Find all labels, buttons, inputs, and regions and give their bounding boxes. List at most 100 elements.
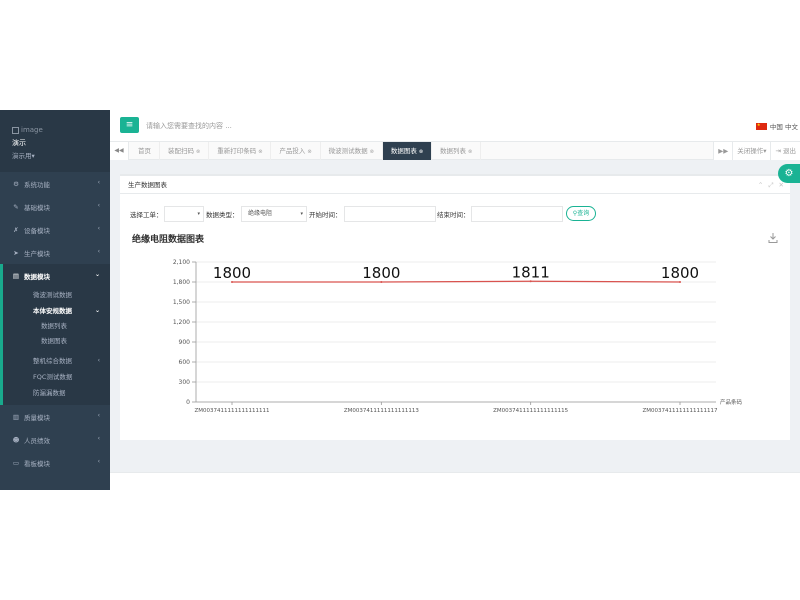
sidebar-item-label: 系统功能: [24, 180, 50, 189]
sidebar-item-bar-chart[interactable]: ▥ 质量模块 ‹: [0, 405, 110, 428]
logout-button[interactable]: ⇥ 退出: [770, 142, 800, 160]
chevron-left-icon: ‹: [97, 202, 100, 209]
user-role: 演示用: [12, 152, 32, 160]
sidebar-item-label: 设备模块: [24, 226, 50, 235]
app-shell: image 演示 演示用▾ ⚙ 系统功能 ‹ ✎ 基础模块 ‹ ✗ 设备模块 ‹ ➤ 生产模块 ‹ ▤…: [0, 110, 800, 490]
tab-bar-right-controls: ▶▶ 关闭操作▾ ⇥ 退出: [713, 142, 800, 160]
tabs-scroll-right-button[interactable]: ▶▶: [713, 142, 732, 160]
logout-icon: ⇥: [775, 147, 781, 155]
tab-label: 装配扫码: [168, 147, 194, 155]
flag-star-icon: ★: [756, 121, 761, 127]
y-tick-label: 1,800: [173, 279, 190, 286]
tabs-scroll-left-button[interactable]: ◀◀: [110, 142, 129, 160]
submenu-item-label: 本体安规数据: [33, 307, 72, 315]
data-label: 1800: [661, 264, 699, 282]
logo-text: image: [21, 126, 43, 134]
bar-chart-icon: ▥: [12, 412, 20, 421]
x-axis-label: 产品条码: [720, 398, 743, 406]
submenu-item-data-list[interactable]: 数据列表: [3, 319, 110, 334]
y-tick-label: 300: [179, 379, 191, 386]
tab-label: 微波测试数据: [328, 147, 368, 155]
collapse-icon[interactable]: ⌃: [758, 176, 763, 194]
tab-label: 重新打印条码: [217, 147, 257, 155]
chevron-left-icon: ‹: [97, 458, 100, 465]
submenu-item-data-chart[interactable]: 数据图表: [3, 334, 110, 349]
x-tick-label: ZM0037411111111111117: [643, 408, 719, 414]
double-left-arrow-icon: ◀◀: [114, 147, 124, 154]
user-role-dropdown[interactable]: 演示用▾: [12, 150, 110, 160]
submenu-item-assembly-data[interactable]: 整机综合数据 ‹: [3, 353, 110, 369]
wrench-icon: ✎: [13, 202, 19, 211]
sidebar-item-user[interactable]: ☻ 人员绩效 ‹: [0, 428, 110, 451]
chevron-down-icon: ⌄: [94, 271, 100, 278]
tab-close-icon[interactable]: ⊗: [468, 149, 472, 155]
sidebar-item-tool[interactable]: ✗ 设备模块 ‹: [0, 218, 110, 241]
language-selector[interactable]: ★ 中国 中文: [755, 121, 798, 131]
order-select[interactable]: ▾: [164, 206, 204, 222]
submenu-item-leak-data[interactable]: 防漏漏数据: [3, 385, 110, 401]
tab-label: 首页: [138, 147, 151, 155]
submenu-item-fqc-data[interactable]: FQC测试数据: [3, 369, 110, 385]
sidebar-item-data-module[interactable]: ▤ 数据模块 ⌄: [0, 264, 110, 287]
end-time-input[interactable]: [471, 206, 563, 222]
y-tick-label: 1,200: [173, 319, 190, 326]
sidebar-item-label: 生产模块: [24, 249, 50, 258]
image-placeholder-icon: [12, 126, 19, 134]
search-input[interactable]: [146, 119, 446, 133]
close-operations-dropdown[interactable]: 关闭操作▾: [732, 142, 770, 160]
profile-block: image 演示 演示用▾: [0, 110, 110, 172]
hamburger-icon: ≡: [125, 120, 134, 130]
submenu-item-safety-data[interactable]: 本体安规数据 ⌄: [3, 303, 110, 319]
order-label: 选择工单：: [130, 211, 163, 219]
tab-close-icon[interactable]: ⊗: [258, 149, 262, 155]
footer-bar: [110, 472, 800, 490]
tab-item[interactable]: 产品投入 ⊗: [271, 142, 321, 160]
theme-settings-button[interactable]: ⚙: [778, 164, 800, 183]
tab-close-icon[interactable]: ⊗: [307, 149, 311, 155]
sidebar-item-cursor[interactable]: ➤ 生产模块 ‹: [0, 241, 110, 264]
y-tick-label: 2,100: [173, 259, 190, 266]
menu-toggle-button[interactable]: ≡: [120, 117, 139, 133]
caret-down-icon: ▾: [763, 147, 767, 155]
tab-item[interactable]: 装配扫码 ⊗: [160, 142, 210, 160]
sidebar-item-monitor[interactable]: ▭ 看板模块 ‹: [0, 451, 110, 474]
panel-title: 生产数据图表: [128, 181, 167, 189]
cursor-icon: ➤: [13, 248, 19, 257]
caret-down-icon: ▾: [31, 152, 35, 160]
tab-item[interactable]: 数据图表 ⊗: [382, 142, 433, 160]
x-tick-label: ZM0037411111111111115: [493, 408, 568, 414]
data-label: 1811: [512, 263, 550, 281]
chevron-left-icon: ‹: [97, 357, 100, 364]
line-chart: 0 300 600 900 1,200 1,500 1,800 2,100 ZM00374111…: [173, 259, 743, 414]
tab-close-icon[interactable]: ⊗: [370, 149, 374, 155]
tab-close-icon[interactable]: ⊗: [419, 149, 423, 155]
logout-label: 退出: [783, 147, 796, 155]
x-tick-label: ZM0037411111111111113: [344, 408, 420, 414]
sidebar-item-gear[interactable]: ⚙ 系统功能 ‹: [0, 172, 110, 195]
expand-icon[interactable]: ⤢: [768, 176, 773, 194]
sidebar-item-label: 基础模块: [24, 203, 50, 212]
y-tick-label: 1,500: [173, 299, 190, 306]
tab-label: 产品投入: [279, 147, 306, 155]
tab-item[interactable]: 首页: [130, 142, 160, 160]
tab-close-icon[interactable]: ⊗: [196, 149, 200, 155]
submenu-item-microwave-test[interactable]: 微波测试数据: [3, 287, 110, 303]
chevron-left-icon: ‹: [97, 248, 100, 255]
sidebar-item-wrench[interactable]: ✎ 基础模块 ‹: [0, 195, 110, 218]
tab-item[interactable]: 微波测试数据 ⊗: [321, 142, 383, 160]
tab-label: 数据列表: [440, 147, 467, 155]
tab-item[interactable]: 数据列表 ⊗: [432, 142, 482, 160]
data-type-select[interactable]: 绝缘电阻 ▾: [241, 206, 307, 222]
data-type-value: 绝缘电阻: [248, 210, 273, 217]
gear-icon: ⚙: [13, 179, 19, 188]
chevron-left-icon: ‹: [97, 225, 100, 232]
query-button[interactable]: ⚲查询: [566, 206, 596, 221]
query-label: 查询: [577, 210, 590, 217]
monitor-icon: ▭: [12, 458, 20, 467]
top-bar: ≡ ★ 中国 中文: [110, 110, 800, 142]
double-right-arrow-icon: ▶▶: [718, 147, 729, 155]
start-time-input[interactable]: [344, 206, 436, 222]
tab-item[interactable]: 重新打印条码 ⊗: [209, 142, 272, 160]
caret-down-icon: ▾: [197, 211, 200, 217]
download-icon[interactable]: [768, 232, 778, 244]
